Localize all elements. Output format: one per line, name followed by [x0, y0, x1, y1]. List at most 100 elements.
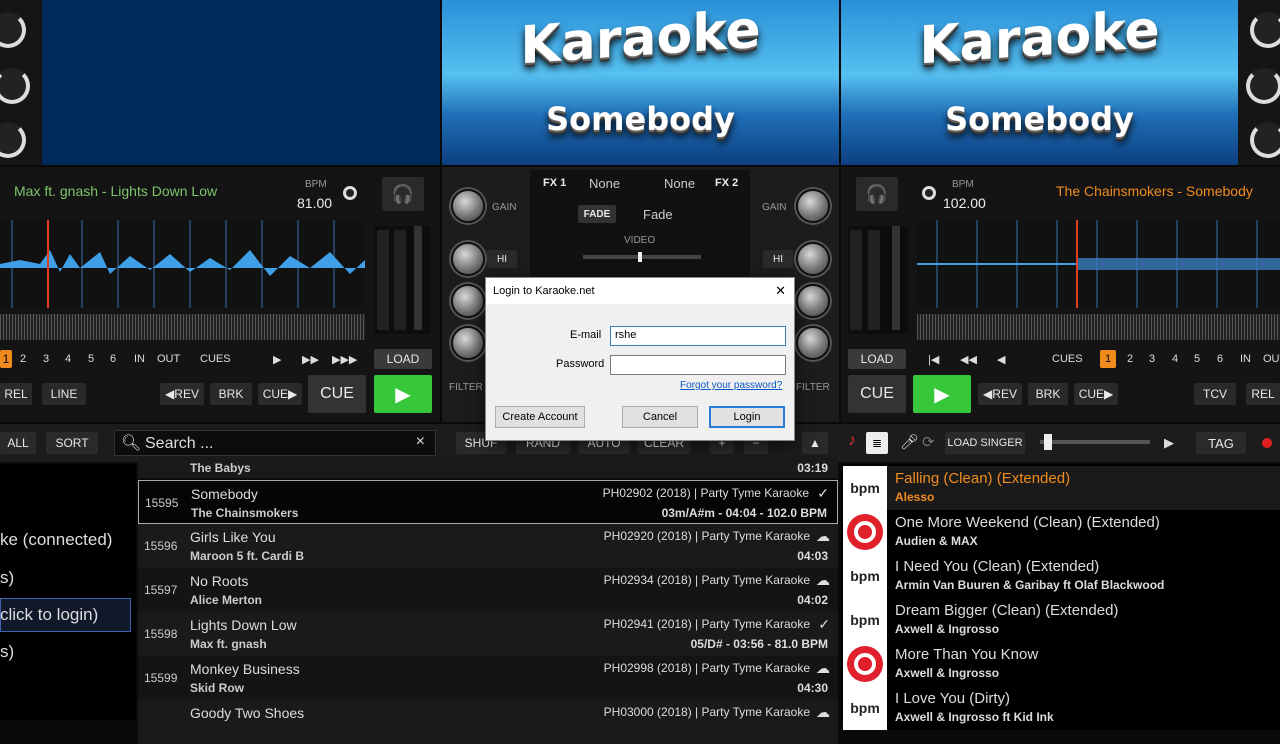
left-hi-button[interactable]: HI [487, 250, 517, 268]
bpm-list-item[interactable]: More Than You Know Axwell & Ingrosso [843, 642, 1280, 686]
right-pad-1[interactable]: 1 [1100, 350, 1116, 368]
right-cue-button[interactable]: CUE [848, 375, 906, 413]
sort-button[interactable]: SORT [46, 432, 98, 454]
sidebar-item-2[interactable]: s) [0, 568, 14, 588]
right-rel-button[interactable]: REL [1246, 383, 1280, 405]
right-prev-button[interactable]: |◀ [928, 353, 939, 366]
fade-button[interactable]: FADE [578, 205, 616, 223]
right-hi-button[interactable]: HI [763, 250, 793, 268]
right-pad-6[interactable]: 6 [1217, 353, 1223, 365]
fx1-label[interactable]: FX 1 [543, 177, 566, 189]
left-brk-button[interactable]: BRK [210, 383, 252, 405]
song-row[interactable]: 15596 Girls Like You Maroon 5 ft. Cardi B P… [138, 524, 838, 568]
right-cue-small-button[interactable]: CUE▶ [1074, 383, 1118, 405]
loop-icon[interactable]: ⟳ [922, 433, 935, 451]
mic-icon[interactable]: 🎤︎ [900, 433, 919, 451]
forgot-password-link[interactable]: Forgot your password? [680, 380, 782, 391]
right-pad-out[interactable]: OUT [1263, 353, 1280, 365]
left-cues-label[interactable]: CUES [200, 353, 231, 365]
left-low-knob[interactable] [451, 326, 485, 360]
left-pad-5[interactable]: 5 [88, 353, 94, 365]
password-field[interactable] [610, 355, 786, 375]
song-row[interactable]: Goody Two Shoes PH03000 (2018) | Party Ty… [138, 700, 838, 744]
song-row[interactable]: 15599 Monkey Business Skid Row PH02998 (201… [138, 656, 838, 700]
up-button[interactable]: ▲ [802, 432, 828, 454]
left-pad-out[interactable]: OUT [157, 353, 180, 365]
right-hi-knob[interactable] [796, 242, 830, 276]
load-singer-button[interactable]: LOAD SINGER [945, 432, 1025, 454]
left-pad-3[interactable]: 3 [43, 353, 49, 365]
left-line-button[interactable]: LINE [42, 383, 86, 405]
right-cues-label[interactable]: CUES [1052, 353, 1083, 365]
right-load-button[interactable]: LOAD [848, 349, 906, 369]
left-cue-small-button[interactable]: CUE▶ [258, 383, 302, 405]
right-play-button[interactable]: ▶ [913, 375, 971, 413]
left-headphone-button[interactable]: 🎧 [382, 177, 424, 211]
video-crossfader[interactable] [583, 255, 701, 259]
left-pad-1[interactable]: 1 [0, 350, 12, 368]
bpm-list-item[interactable]: bpm I Love You (Dirty) Axwell & Ingrosso f… [843, 686, 1280, 730]
left-rev-button[interactable]: ◀REV [160, 383, 204, 405]
left-hi-knob[interactable] [451, 242, 485, 276]
right-pad-5[interactable]: 5 [1194, 353, 1200, 365]
singer-slider[interactable] [1040, 440, 1150, 444]
right-knob-1[interactable] [1250, 12, 1280, 48]
all-button[interactable]: ALL [0, 432, 36, 454]
left-play-button[interactable]: ▶ [374, 375, 432, 413]
left-pad-2[interactable]: 2 [20, 353, 26, 365]
video-crossfader-handle[interactable] [638, 252, 642, 262]
singer-play-icon[interactable]: ▶ [1164, 435, 1174, 451]
right-pad-3[interactable]: 3 [1149, 353, 1155, 365]
left-pad-in[interactable]: IN [134, 353, 145, 365]
list-icon[interactable]: ≣ [866, 432, 888, 454]
right-rev-button[interactable]: ◀REV [978, 383, 1022, 405]
create-account-button[interactable]: Create Account [495, 406, 585, 428]
sidebar-item-karaoke[interactable]: ke (connected) [0, 530, 112, 550]
left-sync-icon[interactable] [343, 186, 357, 200]
search-input[interactable]: Search ... [145, 435, 213, 453]
cancel-button[interactable]: Cancel [622, 406, 698, 428]
fx2-value[interactable]: None [664, 176, 695, 191]
login-button[interactable]: Login [709, 406, 785, 428]
fx1-value[interactable]: None [589, 176, 620, 191]
right-low-knob[interactable] [796, 326, 830, 360]
right-tcv-button[interactable]: TCV [1194, 383, 1236, 405]
sidebar-item-login-label[interactable]: click to login) [0, 605, 98, 625]
right-knob-3[interactable] [1250, 122, 1280, 158]
left-load-button[interactable]: LOAD [374, 349, 432, 369]
left-gain-knob[interactable] [451, 189, 485, 223]
left-play-small[interactable]: ▶ [273, 353, 281, 366]
dialog-close-icon[interactable]: ✕ [775, 283, 786, 299]
email-field[interactable]: rshe [610, 326, 786, 346]
search-box[interactable]: 🔍︎ Search ... × [114, 430, 436, 456]
left-ff[interactable]: ▶▶ [302, 353, 319, 366]
left-cue-button[interactable]: CUE [308, 375, 366, 413]
right-sync-icon[interactable] [922, 186, 936, 200]
right-knob-2[interactable] [1246, 68, 1280, 104]
right-pad-2[interactable]: 2 [1127, 353, 1133, 365]
fx2-label[interactable]: FX 2 [715, 177, 738, 189]
music-note-icon[interactable]: ♪ [848, 432, 856, 450]
singer-slider-handle[interactable] [1044, 434, 1052, 450]
right-brk-button[interactable]: BRK [1028, 383, 1068, 405]
right-headphone-button[interactable]: 🎧 [856, 177, 898, 211]
search-clear-icon[interactable]: × [416, 433, 425, 451]
right-gain-knob[interactable] [796, 189, 830, 223]
left-fff[interactable]: ▶▶▶ [332, 353, 357, 366]
record-icon[interactable] [1262, 438, 1272, 448]
right-mid-knob[interactable] [796, 284, 830, 318]
right-rew-button[interactable]: ◀ [997, 353, 1005, 366]
right-rew2-button[interactable]: ◀◀ [960, 353, 977, 366]
right-pad-in[interactable]: IN [1240, 353, 1251, 365]
bpm-list-item[interactable]: bpm Dream Bigger (Clean) (Extended) Axwell… [843, 598, 1280, 642]
fade-value[interactable]: Fade [643, 207, 673, 222]
left-rel-button[interactable]: REL [0, 383, 32, 405]
song-row[interactable]: 15597 No Roots Alice Merton PH02934 (2018) … [138, 568, 838, 612]
left-mid-knob[interactable] [451, 284, 485, 318]
left-pad-4[interactable]: 4 [65, 353, 71, 365]
song-row[interactable]: The Babys 03:19 [138, 456, 838, 478]
song-row[interactable]: 15595 Somebody The Chainsmokers PH02902 (20… [138, 480, 838, 524]
bpm-list-item[interactable]: bpm Falling (Clean) (Extended) Alesso [843, 466, 1280, 510]
sidebar-item-4[interactable]: s) [0, 642, 14, 662]
left-pad-6[interactable]: 6 [110, 353, 116, 365]
